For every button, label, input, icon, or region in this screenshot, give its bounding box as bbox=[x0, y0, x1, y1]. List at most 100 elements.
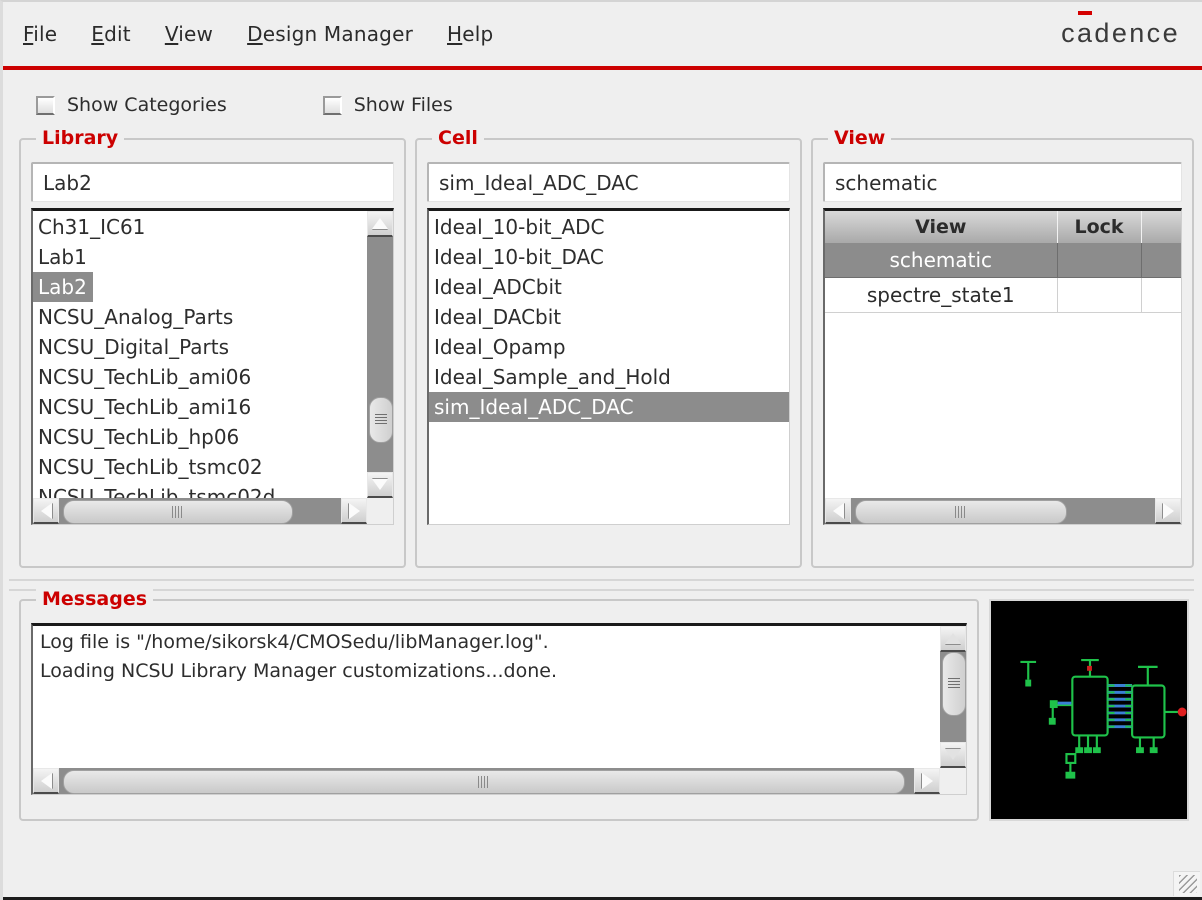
scroll-right-icon[interactable] bbox=[341, 498, 367, 524]
menu-help-mnemonic: H bbox=[447, 22, 463, 46]
library-input[interactable]: Lab2 bbox=[31, 162, 394, 202]
scrollbar-corner bbox=[367, 498, 393, 524]
output-node-icon bbox=[1177, 707, 1187, 717]
bottom-area: Messages Log file is "/home/sikorsk4/CMO… bbox=[3, 588, 1202, 823]
list-item[interactable]: Ideal_ADCbit bbox=[429, 272, 789, 302]
scroll-left-icon[interactable] bbox=[825, 498, 851, 524]
list-item[interactable]: Ideal_Opamp bbox=[429, 332, 789, 362]
messages-lines: Log file is "/home/sikorsk4/CMOSedu/libM… bbox=[33, 628, 940, 768]
scroll-right-icon[interactable] bbox=[914, 768, 940, 794]
table-row[interactable]: spectre_state1 bbox=[825, 277, 1182, 313]
list-item[interactable]: Ideal_10-bit_ADC bbox=[429, 212, 789, 242]
scroll-down-icon[interactable] bbox=[940, 742, 966, 768]
schematic-thumbnail-icon bbox=[1020, 658, 1187, 779]
table-header-row: View Lock bbox=[825, 211, 1182, 243]
scroll-left-icon[interactable] bbox=[33, 768, 59, 794]
checkbox-icon[interactable] bbox=[322, 95, 342, 115]
selector-panels: Library Lab2 Ch31_IC61 Lab1 Lab2 NCSU_An… bbox=[3, 127, 1202, 570]
cell-extra[interactable] bbox=[1141, 243, 1182, 278]
show-files-checkbox[interactable]: Show Files bbox=[322, 94, 453, 116]
library-horizontal-scrollbar[interactable] bbox=[33, 498, 367, 524]
list-item[interactable]: NCSU_Digital_Parts bbox=[33, 332, 367, 362]
library-list-items: Ch31_IC61 Lab1 Lab2 NCSU_Analog_Parts NC… bbox=[33, 211, 367, 498]
list-item[interactable]: Ideal_Sample_and_Hold bbox=[429, 362, 789, 392]
checkbox-icon[interactable] bbox=[36, 95, 55, 115]
cell-extra[interactable] bbox=[1141, 277, 1182, 313]
list-item[interactable]: Ideal_DACbit bbox=[429, 302, 789, 332]
menu-design-manager-mnemonic: D bbox=[247, 22, 263, 46]
view-group: View schematic View Lock schematic spect… bbox=[811, 127, 1195, 568]
list-item[interactable]: Ch31_IC61 bbox=[33, 212, 367, 242]
menu-help[interactable]: Help bbox=[447, 22, 493, 46]
schematic-preview[interactable] bbox=[989, 599, 1189, 821]
cell-legend: Cell bbox=[432, 127, 484, 149]
menu-edit-mnemonic: E bbox=[91, 22, 105, 46]
menu-view-mnemonic: V bbox=[164, 22, 179, 46]
view-horizontal-scrollbar[interactable] bbox=[825, 498, 1182, 524]
library-manager-window: File Edit View Design Manager Help caden… bbox=[0, 0, 1202, 900]
column-header-extra[interactable] bbox=[1141, 211, 1182, 243]
menu-design-manager-label: esign Manager bbox=[262, 22, 413, 46]
cell-list-items: Ideal_10-bit_ADC Ideal_10-bit_DAC Ideal_… bbox=[429, 211, 789, 524]
panel-splitter[interactable] bbox=[9, 579, 1194, 591]
menu-file[interactable]: File bbox=[23, 22, 57, 46]
show-categories-label: Show Categories bbox=[67, 94, 227, 116]
cell-lock[interactable] bbox=[1057, 277, 1142, 313]
menu-file-mnemonic: F bbox=[23, 22, 34, 46]
view-input[interactable]: schematic bbox=[823, 162, 1183, 202]
scroll-right-icon[interactable] bbox=[1155, 498, 1182, 524]
cell-view[interactable]: schematic bbox=[825, 243, 1058, 278]
messages-vertical-scrollbar[interactable] bbox=[940, 626, 966, 768]
scrollbar-thumb[interactable] bbox=[942, 652, 966, 716]
list-item[interactable]: Lab1 bbox=[33, 242, 367, 272]
view-tablebox[interactable]: View Lock schematic spectre_state1 bbox=[823, 208, 1183, 525]
menu-file-label: ile bbox=[33, 22, 58, 46]
scroll-up-icon[interactable] bbox=[940, 626, 966, 652]
scrollbar-thumb[interactable] bbox=[855, 500, 1067, 524]
library-legend: Library bbox=[36, 127, 125, 149]
list-item[interactable]: NCSU_TechLib_tsmc02d bbox=[33, 482, 367, 498]
list-item-selected[interactable]: sim_Ideal_ADC_DAC bbox=[429, 392, 789, 422]
list-item-selected[interactable]: Lab2 bbox=[33, 272, 93, 302]
scroll-down-icon[interactable] bbox=[367, 472, 393, 498]
library-vertical-scrollbar[interactable] bbox=[367, 211, 393, 498]
view-legend: View bbox=[828, 127, 892, 149]
cell-group: Cell sim_Ideal_ADC_DAC Ideal_10-bit_ADC … bbox=[415, 127, 802, 568]
list-item[interactable]: Ideal_10-bit_DAC bbox=[429, 242, 789, 272]
list-item[interactable]: NCSU_TechLib_tsmc02 bbox=[33, 452, 367, 482]
messages-horizontal-scrollbar[interactable] bbox=[33, 768, 940, 794]
messages-legend: Messages bbox=[36, 588, 154, 610]
column-header-view[interactable]: View bbox=[825, 211, 1058, 243]
logo-macron: a bbox=[1077, 11, 1095, 48]
menu-design-manager[interactable]: Design Manager bbox=[247, 22, 413, 46]
scroll-up-icon[interactable] bbox=[367, 211, 393, 237]
scrollbar-thumb[interactable] bbox=[369, 397, 393, 443]
cadence-logo: cadence bbox=[1061, 11, 1180, 48]
resize-grip[interactable] bbox=[1173, 871, 1200, 896]
message-line: Loading NCSU Library Manager customizati… bbox=[40, 660, 558, 682]
library-group: Library Lab2 Ch31_IC61 Lab1 Lab2 NCSU_An… bbox=[19, 127, 406, 568]
library-listbox[interactable]: Ch31_IC61 Lab1 Lab2 NCSU_Analog_Parts NC… bbox=[31, 208, 394, 525]
scrollbar-thumb[interactable] bbox=[63, 770, 905, 794]
menu-edit[interactable]: Edit bbox=[91, 22, 131, 46]
scrollbar-thumb[interactable] bbox=[63, 500, 293, 524]
list-item[interactable]: NCSU_TechLib_ami06 bbox=[33, 362, 367, 392]
list-item[interactable]: NCSU_Analog_Parts bbox=[33, 302, 367, 332]
cell-input[interactable]: sim_Ideal_ADC_DAC bbox=[427, 162, 790, 202]
menu-help-label: elp bbox=[462, 22, 494, 46]
messages-box[interactable]: Log file is "/home/sikorsk4/CMOSedu/libM… bbox=[31, 623, 967, 795]
menu-view[interactable]: View bbox=[165, 22, 213, 46]
scrollbar-corner bbox=[940, 768, 966, 794]
cell-view[interactable]: spectre_state1 bbox=[825, 277, 1058, 313]
menu-bar: File Edit View Design Manager Help caden… bbox=[3, 2, 1202, 66]
list-item[interactable]: NCSU_TechLib_ami16 bbox=[33, 392, 367, 422]
menu-edit-label: dit bbox=[104, 22, 131, 46]
column-header-lock[interactable]: Lock bbox=[1057, 211, 1142, 243]
list-item[interactable]: NCSU_TechLib_hp06 bbox=[33, 422, 367, 452]
show-categories-checkbox[interactable]: Show Categories bbox=[36, 94, 227, 116]
cell-lock[interactable] bbox=[1057, 243, 1142, 278]
scroll-left-icon[interactable] bbox=[33, 498, 59, 524]
table-row-selected[interactable]: schematic bbox=[825, 243, 1182, 278]
messages-group: Messages Log file is "/home/sikorsk4/CMO… bbox=[19, 588, 979, 821]
cell-listbox[interactable]: Ideal_10-bit_ADC Ideal_10-bit_DAC Ideal_… bbox=[427, 208, 790, 525]
